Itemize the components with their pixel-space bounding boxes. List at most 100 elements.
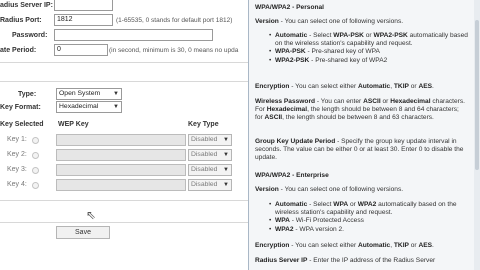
key-3-input[interactable] [56, 164, 186, 176]
help-wpa2-psk-text: - Pre-shared key of WPA2 [309, 56, 388, 64]
help-personal-heading: WPA/WPA2 - Personal [255, 4, 324, 11]
radius-port-label: Radius Port: [0, 17, 42, 24]
help-wpa2-psk-label: WPA2-PSK [275, 56, 310, 64]
help-wpa-psk-text: - Pre-shared key of WPA [305, 48, 380, 56]
radius-server-ip-input[interactable] [54, 0, 113, 11]
radius-port-hint: (1-65535, 0 stands for default port 1812… [116, 17, 233, 24]
key-3-radio[interactable] [32, 167, 39, 174]
key-4-radio[interactable] [32, 182, 39, 189]
key-3-type-select[interactable]: Disabled ▼ [188, 164, 232, 176]
chevron-down-icon: ▼ [113, 104, 119, 110]
help-wireless-password-label: Wireless Password [255, 98, 316, 105]
key-type-header: Key Type [188, 121, 219, 128]
help-wpa2-text: - WPA version 2. [293, 225, 345, 233]
radius-password-input[interactable] [54, 29, 213, 41]
help-enc-aes: AES [418, 83, 433, 90]
chevron-down-icon: ▼ [223, 182, 229, 188]
help-wpa2-psk-item: WPA2-PSK - Pre-shared key of WPA2 [269, 56, 468, 65]
key-selected-header: Key Selected [0, 121, 44, 128]
help-ent-version: Version - You can select one of followin… [255, 186, 468, 194]
key-4-label: Key 4: [7, 181, 27, 188]
help-wpa2-item: WPA2 - WPA version 2. [269, 225, 468, 234]
help-enterprise-title: WPA/WPA2 - Enterprise [255, 172, 468, 180]
key-1-radio[interactable] [32, 137, 39, 144]
key-2-type-select[interactable]: Disabled ▼ [188, 149, 232, 161]
key-2-input[interactable] [56, 149, 186, 161]
help-hexadecimal-2: Hexadecimal [266, 106, 308, 114]
help-wpa-text: - Wi-Fi Protected Access [289, 217, 364, 225]
wep-key-header: WEP Key [58, 121, 89, 128]
section-divider [0, 200, 248, 201]
key-1-input[interactable] [56, 134, 186, 146]
group-key-period-label: ate Period: [0, 47, 37, 54]
help-ent-version-label: Version [255, 186, 279, 193]
key-format-select[interactable]: Hexadecimal ▼ [56, 101, 122, 113]
radius-server-ip-label: adius Server IP: [0, 2, 53, 9]
key-1-type-value: Disabled [191, 136, 218, 143]
help-or-word: or [380, 98, 391, 105]
help-wpa2-label: WPA2 [275, 225, 294, 233]
key-2-radio[interactable] [32, 152, 39, 159]
radius-port-input[interactable]: 1812 [54, 14, 113, 26]
help-ascii: ASCII [363, 98, 381, 105]
wep-type-select[interactable]: Open System ▼ [56, 88, 122, 100]
key-2-type-value: Disabled [191, 151, 218, 158]
help-hexadecimal: Hexadecimal [390, 98, 431, 105]
help-ent-or: or [348, 201, 358, 208]
help-ent-encryption: Encryption - You can select either Autom… [255, 242, 468, 250]
help-encryption-label: Encryption [255, 83, 290, 90]
help-panel: WPA/WPA2 - Personal Version - You can se… [249, 0, 480, 270]
help-wpa-psk-item: WPA-PSK - Pre-shared key of WPA [269, 48, 468, 56]
radius-password-label: Password: [12, 32, 48, 39]
chevron-down-icon: ▼ [223, 152, 229, 158]
wep-type-value: Open System [59, 90, 101, 97]
key-4-type-value: Disabled [191, 181, 218, 188]
help-ent-version-list: Automatic - Select WPA or WPA2 automatic… [255, 201, 468, 234]
help-wpa-psk-ref: WPA-PSK [333, 32, 364, 39]
help-wp-text-4: , the length should be between 8 and 63 … [282, 114, 434, 122]
help-auto-text-1: - Select [307, 32, 334, 39]
key-4-type-select[interactable]: Disabled ▼ [188, 179, 232, 191]
help-ent-wpa2-ref: WPA2 [357, 201, 377, 208]
help-wp-text-1: - You can enter [315, 98, 364, 105]
help-encryption-text: - You can select either [289, 83, 358, 90]
help-wpa-psk-label: WPA-PSK [275, 48, 306, 56]
key-3-type-value: Disabled [191, 166, 218, 173]
help-personal-title: WPA/WPA2 - Personal [255, 4, 468, 12]
help-ent-encryption-label: Encryption [255, 242, 290, 249]
help-wpa-item: WPA - Wi-Fi Protected Access [269, 217, 468, 225]
section-divider [0, 62, 248, 63]
section-divider [0, 222, 248, 223]
help-enc-automatic: Automatic [357, 83, 391, 90]
key-1-type-select[interactable]: Disabled ▼ [188, 134, 232, 146]
help-wpa2-psk-ref: WPA2-PSK [373, 32, 408, 39]
help-wpa-label: WPA [275, 217, 290, 225]
help-enterprise-heading: WPA/WPA2 - Enterprise [255, 172, 329, 179]
help-enc-tkip: TKIP [393, 83, 409, 90]
help-ent-enc-aes: AES [418, 242, 433, 249]
key-4-input[interactable] [56, 179, 186, 191]
help-ent-enc-tkip: TKIP [393, 242, 409, 249]
help-ent-period: . [432, 242, 434, 249]
help-radius-server-ip: Radius Server IP - Enter the IP address … [255, 257, 468, 265]
help-period: . [432, 83, 434, 90]
help-scrollbar[interactable] [474, 0, 480, 270]
chevron-down-icon: ▼ [223, 137, 229, 143]
help-auto-item: Automatic - Select WPA-PSK or WPA2-PSK a… [269, 32, 468, 48]
key-3-label: Key 3: [7, 166, 27, 173]
key-format-value: Hexadecimal [59, 103, 99, 110]
help-ent-auto-label: Automatic [275, 201, 308, 208]
help-ent-auto-item: Automatic - Select WPA or WPA2 automatic… [269, 201, 468, 217]
help-version-text: - You can select one of following versio… [278, 18, 404, 25]
save-button[interactable]: Save [56, 226, 110, 239]
chevron-down-icon: ▼ [223, 167, 229, 173]
help-ent-auto-text-1: - Select [307, 201, 334, 208]
help-version: Version - You can select one of followin… [255, 18, 468, 26]
help-group-key: Group Key Update Period - Specify the gr… [255, 138, 468, 163]
group-key-period-input[interactable]: 0 [54, 44, 108, 56]
help-radius-server-ip-label: Radius Server IP [255, 257, 308, 264]
help-scrollbar-thumb[interactable] [475, 20, 479, 170]
help-ent-enc-automatic: Automatic [357, 242, 391, 249]
settings-form: adius Server IP: Radius Port: 1812 (1-65… [0, 0, 248, 270]
help-radius-server-ip-text: - Enter the IP address of the Radius Ser… [307, 257, 436, 264]
